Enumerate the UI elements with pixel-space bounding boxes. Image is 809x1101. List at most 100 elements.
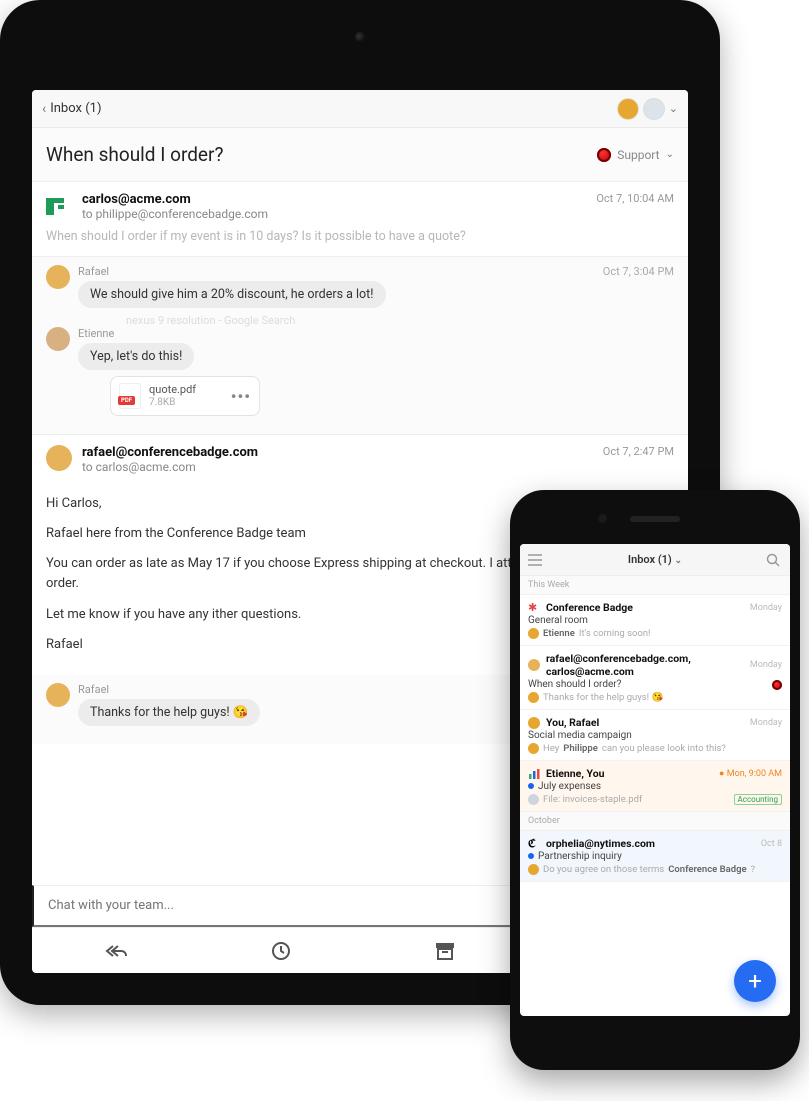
unread-dot-icon bbox=[528, 783, 534, 789]
email-message: carlos@acme.com to philippe@conferenceba… bbox=[32, 182, 688, 257]
chevron-down-icon: ⌄ bbox=[669, 102, 678, 115]
attachment-card[interactable]: quote.pdf 7.8KB ••• bbox=[110, 376, 260, 416]
chart-icon bbox=[528, 768, 540, 780]
chevron-down-icon: ⌄ bbox=[675, 556, 683, 566]
avatar bbox=[528, 743, 539, 754]
tag-label: Support bbox=[617, 148, 659, 162]
reply-all-icon[interactable] bbox=[104, 942, 128, 960]
inbox-title[interactable]: Inbox (1) ⌄ bbox=[544, 553, 766, 566]
section-header: This Week bbox=[520, 576, 790, 595]
plus-icon: + bbox=[748, 967, 762, 995]
archive-icon[interactable] bbox=[435, 942, 455, 960]
chevron-left-icon: ‹ bbox=[42, 101, 46, 117]
from-address: carlos@acme.com bbox=[82, 192, 586, 207]
item-preview: File: invoices-staple.pdf Accounting bbox=[528, 794, 782, 805]
phone-camera bbox=[598, 514, 607, 523]
attachment-size: 7.8KB bbox=[149, 397, 196, 409]
to-address: to philippe@conferencebadge.com bbox=[82, 207, 586, 221]
item-subject: July expenses bbox=[538, 781, 601, 792]
inbox-item[interactable]: You, Rafael Monday Social media campaign… bbox=[520, 710, 790, 761]
group-icon: ✱ bbox=[528, 602, 540, 614]
email-message: rafael@conferencebadge.com to carlos@acm… bbox=[32, 435, 688, 484]
item-day: ● Mon, 9:00 AM bbox=[719, 768, 782, 779]
avatar bbox=[528, 628, 539, 639]
item-subject: Partnership inquiry bbox=[538, 851, 622, 862]
menu-icon[interactable] bbox=[528, 554, 544, 566]
message-timestamp: Oct 7, 2:47 PM bbox=[603, 445, 674, 458]
item-day: Monday bbox=[750, 718, 782, 728]
subject-bar: When should I order? Support ⌄ bbox=[32, 128, 688, 182]
item-preview: Thanks for the help guys! 😘 bbox=[528, 692, 782, 703]
item-day: Monday bbox=[750, 660, 782, 670]
attachment-more-icon[interactable]: ••• bbox=[231, 387, 251, 406]
section-header: October bbox=[520, 812, 790, 831]
message-timestamp: Oct 7, 10:04 AM bbox=[596, 192, 674, 205]
clock-icon[interactable] bbox=[271, 941, 291, 961]
avatar bbox=[528, 717, 540, 729]
phone-speaker bbox=[630, 516, 680, 522]
chat-author: Rafael bbox=[78, 265, 109, 278]
avatar bbox=[46, 327, 70, 351]
chat-author: Etienne bbox=[78, 327, 114, 340]
item-preview: Hey Philippe can you please look into th… bbox=[528, 743, 782, 754]
item-preview: Do you agree on those terms Conference B… bbox=[528, 864, 782, 875]
subject-title: When should I order? bbox=[46, 143, 223, 166]
back-button[interactable]: ‹ Inbox (1) bbox=[42, 101, 101, 117]
item-day: Monday bbox=[750, 603, 782, 613]
item-from: rafael@conferencebadge.com, carlos@acme.… bbox=[546, 652, 744, 678]
pdf-icon bbox=[119, 383, 141, 409]
search-icon[interactable] bbox=[766, 553, 782, 567]
item-preview: Etienne It's coming soon! bbox=[528, 628, 782, 639]
chat-message: Etienne Yep, let's do this! quote.pdf 7.… bbox=[46, 327, 674, 416]
alert-icon bbox=[772, 680, 782, 690]
from-address: rafael@conferencebadge.com bbox=[82, 445, 593, 460]
item-day: Oct 8 bbox=[761, 839, 782, 849]
avatar bbox=[46, 265, 70, 289]
sender-icon bbox=[46, 192, 72, 218]
support-tag[interactable]: Support ⌄ bbox=[597, 148, 674, 162]
inbox-item[interactable]: Etienne, You ● Mon, 9:00 AM July expense… bbox=[520, 761, 790, 812]
avatar bbox=[528, 794, 539, 805]
chat-timestamp: Oct 7, 3:04 PM bbox=[603, 265, 674, 278]
to-address: to carlos@acme.com bbox=[82, 460, 593, 474]
item-from: orphelia@nytimes.com bbox=[546, 837, 655, 850]
chat-bubble: Yep, let's do this! bbox=[78, 343, 194, 370]
category-tag: Accounting bbox=[734, 794, 782, 805]
item-subject: General room bbox=[528, 615, 782, 626]
inbox-item[interactable]: ℭ orphelia@nytimes.com Oct 8 Partnership… bbox=[520, 831, 790, 882]
item-from: Etienne, You bbox=[546, 767, 605, 780]
unread-dot-icon bbox=[528, 853, 534, 859]
item-subject: Social media campaign bbox=[528, 730, 782, 741]
avatar bbox=[528, 659, 540, 671]
participant-avatars[interactable]: ⌄ bbox=[617, 98, 678, 120]
chat-author: Rafael bbox=[78, 683, 109, 696]
message-body-preview: When should I order if my event is in 10… bbox=[46, 229, 674, 244]
tablet-camera bbox=[355, 32, 365, 42]
faded-background-text: nexus 9 resolution - Google Search bbox=[126, 314, 674, 327]
conversation-header: ‹ Inbox (1) ⌄ bbox=[32, 90, 688, 128]
internal-chat: Rafael Oct 7, 3:04 PM We should give him… bbox=[32, 257, 688, 435]
inbox-item[interactable]: ✱ Conference Badge Monday General room E… bbox=[520, 595, 790, 646]
alert-icon bbox=[597, 148, 611, 162]
phone-device-frame: Inbox (1) ⌄ This Week ✱ Conference Badge… bbox=[510, 490, 800, 1070]
chat-bubble: We should give him a 20% discount, he or… bbox=[78, 281, 386, 308]
item-from: You, Rafael bbox=[546, 716, 599, 729]
chat-bubble: Thanks for the help guys! 😘 bbox=[78, 699, 260, 726]
avatar bbox=[46, 683, 70, 707]
compose-fab[interactable]: + bbox=[734, 960, 776, 1002]
avatar bbox=[643, 98, 665, 120]
item-from: Conference Badge bbox=[546, 601, 633, 614]
avatar bbox=[617, 98, 639, 120]
phone-screen: Inbox (1) ⌄ This Week ✱ Conference Badge… bbox=[520, 544, 790, 1016]
avatar bbox=[46, 445, 72, 471]
item-subject: When should I order? bbox=[528, 679, 621, 690]
avatar bbox=[528, 692, 539, 703]
item-subject-row: When should I order? bbox=[528, 679, 782, 690]
inbox-header: Inbox (1) ⌄ bbox=[520, 544, 790, 576]
avatar bbox=[528, 864, 539, 875]
back-label: Inbox (1) bbox=[50, 101, 101, 116]
attachment-name: quote.pdf bbox=[149, 383, 196, 396]
inbox-item[interactable]: rafael@conferencebadge.com, carlos@acme.… bbox=[520, 646, 790, 710]
chevron-down-icon: ⌄ bbox=[666, 149, 674, 160]
ny-icon: ℭ bbox=[528, 838, 540, 850]
